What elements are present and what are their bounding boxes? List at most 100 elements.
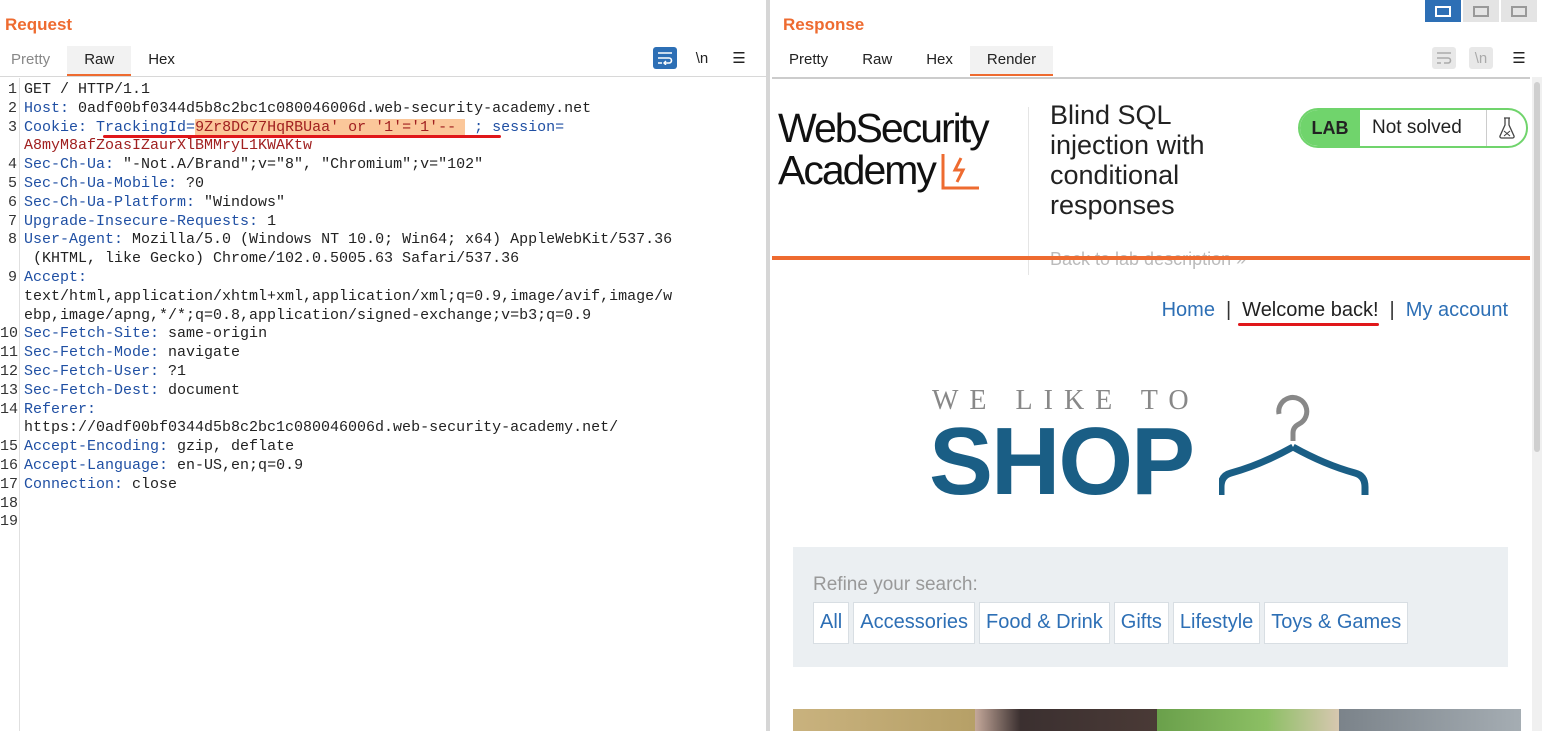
filter-lifestyle[interactable]: Lifestyle	[1172, 602, 1261, 644]
line-number: 8	[7, 231, 17, 249]
hanger-icon	[1219, 394, 1369, 495]
line-number: 14	[0, 400, 19, 418]
banner-shop: SHOP	[929, 408, 1195, 515]
header-key: Connection	[24, 475, 115, 493]
request-header-divider	[0, 76, 766, 77]
header-line: Accept-Encoding: gzip, deflate	[24, 438, 295, 456]
header-line: Sec-Fetch-Site: same-origin	[24, 325, 268, 343]
header-continuation: text/html,application/xhtml+xml,applicat…	[24, 287, 673, 305]
filter-all[interactable]: All	[813, 602, 850, 644]
wrap-lines-icon[interactable]	[1432, 47, 1456, 69]
response-tab-render[interactable]: Render	[969, 46, 1054, 76]
header-key: Sec-Fetch-Site	[24, 325, 151, 343]
header-value: 0adf00bf0344d5b8c2bc1c080046006d.web-sec…	[69, 99, 592, 117]
header-key: Sec-Fetch-Mode	[24, 344, 151, 362]
render-scrollbar[interactable]	[1532, 77, 1542, 731]
header-key: Sec-Ch-Ua-Platform	[24, 193, 187, 211]
header-value: same-origin	[159, 325, 268, 343]
line-number: 4	[7, 156, 17, 174]
site-nav: Home | Welcome back! | My account	[1162, 299, 1508, 322]
line-number: 18	[0, 494, 19, 512]
side-by-side-layout-icon[interactable]	[1425, 0, 1461, 22]
line-number: 1	[7, 81, 17, 98]
scroll-thumb[interactable]	[1534, 82, 1540, 452]
search-filter-panel: Refine your search: All Accessories Food…	[793, 547, 1508, 667]
header-continuation: ebp,image/apng,*/*;q=0.8,application/sig…	[24, 306, 592, 324]
nav-home-link[interactable]: Home	[1162, 299, 1215, 322]
header-value: close	[123, 475, 178, 493]
header-line: User-Agent: Mozilla/5.0 (Windows NT 10.0…	[24, 231, 673, 249]
filter-gifts[interactable]: Gifts	[1113, 602, 1169, 644]
request-tabs: Pretty Raw Hex	[0, 46, 192, 76]
line-number: 19	[0, 513, 19, 531]
filter-food-drink[interactable]: Food & Drink	[979, 602, 1110, 644]
header-line: Connection: close	[24, 475, 178, 493]
wrap-lines-glyph	[658, 52, 673, 65]
nav-my-account-link[interactable]: My account	[1406, 299, 1508, 322]
header-line: Sec-Fetch-Mode: navigate	[24, 344, 241, 362]
response-title: Response	[783, 15, 865, 34]
annotation-underline	[103, 135, 501, 138]
flask-icon	[1486, 110, 1526, 146]
header-line: Accept-Language: en-US,en;q=0.9	[24, 457, 304, 474]
line-number: 9	[7, 269, 17, 286]
line-number: 5	[7, 175, 17, 192]
hamburger-menu-icon[interactable]: ☰	[1507, 47, 1531, 69]
product-grid	[793, 709, 1521, 731]
request-pane: Request Pretty Raw Hex \n ☰ 1 GET / HTTP…	[0, 0, 766, 731]
tabbed-layout-icon[interactable]	[1501, 0, 1537, 22]
line-number: 17	[0, 475, 19, 493]
header-line: Sec-Ch-Ua: "-Not.A/Brand";v="8", "Chromi…	[24, 156, 484, 174]
line-number: 10	[0, 325, 19, 343]
session-value-line: A8myM8afZoasIZaurXlBMMryL1KWAKtw	[24, 137, 312, 156]
header-orange-rule	[772, 256, 1530, 260]
wrap-lines-glyph	[1437, 52, 1452, 64]
newline-icon[interactable]: \n	[1469, 47, 1493, 69]
top-bottom-layout-icon[interactable]	[1463, 0, 1499, 22]
header-key: User-Agent	[24, 231, 115, 249]
request-tab-hex[interactable]: Hex	[131, 46, 192, 76]
category-filters: All Accessories Food & Drink Gifts Lifes…	[813, 602, 1409, 644]
hamburger-menu-icon[interactable]: ☰	[727, 47, 751, 69]
product-image[interactable]	[793, 709, 975, 731]
header-line: Sec-Ch-Ua-Mobile: ?0	[24, 175, 205, 192]
request-title: Request	[5, 15, 73, 34]
header-key: Upgrade-Insecure-Requests	[24, 212, 250, 230]
lab-badge: LAB	[1300, 110, 1360, 146]
header-value: navigate	[159, 344, 241, 362]
filter-accessories[interactable]: Accessories	[853, 602, 976, 644]
lab-status-text: Not solved	[1372, 117, 1462, 138]
layout-toggle-group	[1425, 0, 1537, 22]
tracking-id-key: TrackingId=	[96, 118, 196, 136]
product-image[interactable]	[1339, 709, 1521, 731]
response-tab-raw[interactable]: Raw	[845, 46, 909, 76]
header-value: "Windows"	[195, 193, 286, 211]
line-number: 3	[7, 118, 17, 136]
line-number: 15	[0, 438, 19, 456]
refine-label: Refine your search:	[813, 574, 978, 595]
product-image[interactable]	[1157, 709, 1339, 731]
request-tab-raw[interactable]: Raw	[67, 46, 132, 76]
header-separator	[1028, 107, 1029, 275]
web-security-academy-logo[interactable]: WebSecurity Academy	[778, 107, 1028, 191]
response-tab-pretty[interactable]: Pretty	[772, 46, 845, 76]
newline-icon[interactable]: \n	[690, 47, 714, 69]
header-key: Sec-Ch-Ua	[24, 156, 106, 174]
header-line: Accept:	[24, 269, 88, 286]
header-key: Host	[24, 99, 61, 117]
wrap-lines-icon[interactable]	[653, 47, 677, 69]
line-number: 2	[7, 99, 17, 117]
filter-toys-games[interactable]: Toys & Games	[1264, 602, 1409, 644]
nav-welcome-back: Welcome back!	[1242, 299, 1379, 321]
product-image[interactable]	[975, 709, 1157, 731]
request-tab-pretty[interactable]: Pretty	[0, 46, 67, 76]
header-line: Host: 0adf00bf0344d5b8c2bc1c080046006d.w…	[24, 99, 592, 117]
tracking-id-injected-value[interactable]: 9Zr8DC77HqRBUaa' or '1'='1'--	[195, 118, 466, 136]
response-tab-hex[interactable]: Hex	[909, 46, 970, 76]
burp-repeater-window: Request Pretty Raw Hex \n ☰ 1 GET / HTTP…	[0, 0, 1542, 731]
logo-bolt-icon	[941, 154, 979, 190]
session-value: A8myM8afZoasIZaurXlBMMryL1KWAKtw	[24, 137, 313, 155]
response-pane: Response Pretty Raw Hex Render \n ☰ WebS…	[770, 0, 1542, 731]
nav-separator: |	[1389, 299, 1395, 321]
shop-banner: WE LIKE TO SHOP	[929, 385, 1374, 515]
